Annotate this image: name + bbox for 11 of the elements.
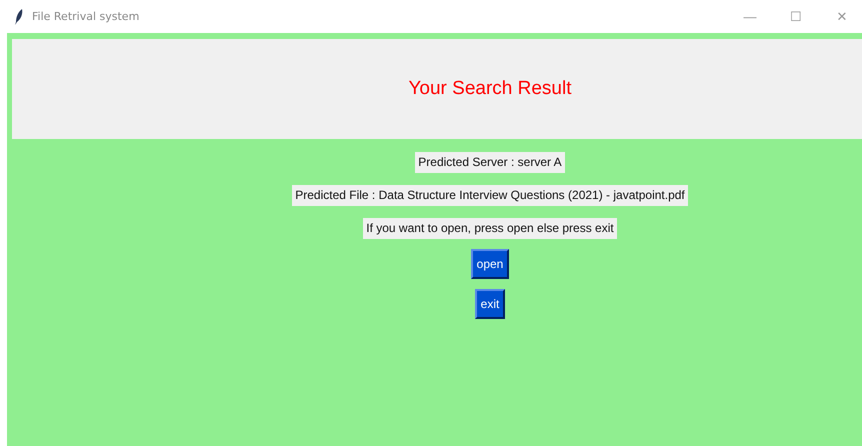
exit-button[interactable]: exit — [474, 289, 506, 319]
feather-icon — [14, 8, 24, 24]
window-title: File Retrival system — [32, 10, 140, 23]
result-heading: Your Search Result — [408, 78, 572, 100]
minimize-button[interactable]: — — [730, 0, 770, 33]
info-label: If you want to open, press open else press exit — [363, 218, 617, 239]
close-button[interactable]: ✕ — [822, 0, 862, 33]
info-label: Predicted File : Data Structure Interview Questions (2021) - javatpoint.pdf — [292, 185, 688, 206]
maximize-button[interactable]: ☐ — [776, 0, 816, 33]
open-button[interactable]: open — [470, 249, 510, 279]
info-label: Predicted Server : server A — [415, 152, 565, 173]
